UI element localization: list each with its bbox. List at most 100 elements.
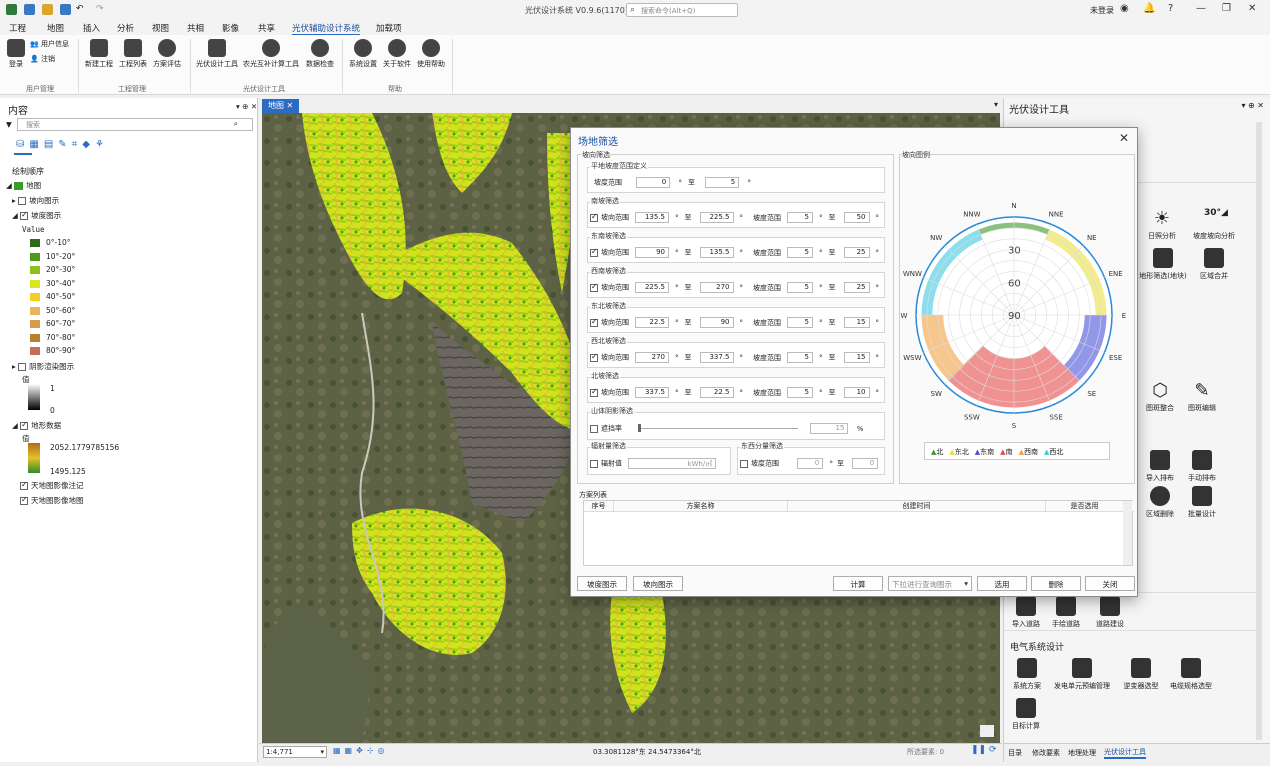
slope-from-input[interactable]: 5 xyxy=(787,352,813,363)
aspect-row-checkbox[interactable] xyxy=(590,247,598,257)
terrain-filter-button[interactable]: 地形筛选(地块) xyxy=(1134,248,1192,281)
tab-imagery[interactable]: 影像 xyxy=(222,22,239,34)
slope-to-input[interactable]: 15 xyxy=(843,317,870,328)
slope-to-input[interactable]: 25 xyxy=(843,247,870,258)
hillshade-checkbox[interactable] xyxy=(590,424,598,433)
build-road-button[interactable]: 道路建设 xyxy=(1090,596,1130,629)
search-icon[interactable]: ⌕ xyxy=(234,119,238,129)
scrollbar[interactable] xyxy=(1123,501,1132,565)
slope-from-input[interactable]: 5 xyxy=(787,247,813,258)
radiation-input[interactable]: kWh/㎡ xyxy=(628,458,717,469)
system-scheme-button[interactable]: 系统方案 xyxy=(1006,658,1048,691)
aspect-from-input[interactable]: 90 xyxy=(635,247,669,258)
delete-button[interactable]: 删除 xyxy=(1031,576,1081,591)
aspect-from-input[interactable]: 22.5 xyxy=(635,317,669,328)
select-button[interactable]: 选用 xyxy=(977,576,1027,591)
slope-from-input[interactable]: 5 xyxy=(787,317,813,328)
tab-share[interactable]: 共享 xyxy=(258,22,275,34)
slope-to-input[interactable]: 15 xyxy=(843,352,870,363)
map-tab[interactable]: 地图 ✕ xyxy=(262,99,300,113)
login-status[interactable]: 未登录 xyxy=(1090,5,1114,16)
layer-hillshade[interactable]: ▸ 阴影渲染图示 xyxy=(12,361,74,372)
aspect-from-input[interactable]: 337.5 xyxy=(635,387,669,398)
restore-button[interactable]: ❐ xyxy=(1222,3,1231,14)
contents-search[interactable]: 搜索 ⌕ xyxy=(17,118,253,131)
aspect-to-input[interactable]: 337.5 xyxy=(699,352,734,363)
patch-edit-button[interactable]: ✎ 图斑编辑 xyxy=(1182,380,1222,413)
tab-share-layer[interactable]: 共相 xyxy=(187,22,204,34)
radiation-checkbox[interactable] xyxy=(590,459,598,468)
flat-to-input[interactable]: 5 xyxy=(705,177,740,188)
patch-merge-button[interactable]: ⬡ 图斑整合 xyxy=(1140,380,1180,413)
tab-geoprocessing[interactable]: 地理处理 xyxy=(1068,748,1096,758)
about-button[interactable]: 关于软件 xyxy=(380,39,414,69)
open-icon[interactable] xyxy=(42,4,53,15)
target-calc-button[interactable]: 目标计算 xyxy=(1006,698,1046,731)
pv-design-tool-button[interactable]: 光伏设计工具 xyxy=(195,39,239,69)
layer-slope[interactable]: ◢ 坡度图示 xyxy=(12,210,61,221)
aspect-row-checkbox[interactable] xyxy=(590,212,598,222)
save-icon[interactable] xyxy=(60,4,71,15)
calculate-button[interactable]: 计算 xyxy=(833,576,883,591)
slider-handle[interactable] xyxy=(638,424,642,432)
layer-checkbox[interactable] xyxy=(20,420,29,430)
layer-checkbox[interactable] xyxy=(18,363,27,371)
scheme-eval-button[interactable]: 方案评估 xyxy=(150,39,184,69)
help-icon[interactable]: ? xyxy=(1168,3,1173,14)
aspect-to-input[interactable]: 90 xyxy=(699,317,734,328)
slope-to-input[interactable]: 25 xyxy=(843,282,870,293)
close-icon[interactable]: ✕ xyxy=(1119,131,1129,145)
flat-from-input[interactable]: 0 xyxy=(636,177,671,188)
data-check-button[interactable]: 数据检查 xyxy=(302,39,338,69)
aspect-to-input[interactable]: 22.5 xyxy=(699,387,734,398)
project-list-button[interactable]: 工程列表 xyxy=(116,39,150,69)
tab-pv-design[interactable]: 光伏辅助设计系统 xyxy=(292,22,361,36)
tab-addins[interactable]: 加载项 xyxy=(376,22,402,34)
shading-input[interactable]: 15 xyxy=(810,423,849,434)
new-project-button[interactable]: 新建工程 xyxy=(82,39,116,69)
close-button[interactable]: ✕ xyxy=(1248,3,1256,14)
logout-button[interactable]: 👤 注销 xyxy=(30,54,74,64)
tab-map[interactable]: 地图 xyxy=(47,22,64,34)
aspect-from-input[interactable]: 135.5 xyxy=(635,212,669,223)
tab-dropdown-icon[interactable]: ▾ xyxy=(994,100,998,109)
scale-selector[interactable]: 1:4,771 ▾ xyxy=(263,746,327,758)
batch-design-button[interactable]: 批量设计 xyxy=(1182,486,1222,519)
layer-checkbox[interactable] xyxy=(20,480,28,490)
agri-pv-calc-button[interactable]: 农光互补计算工具 xyxy=(242,39,300,69)
contents-toolbar-icons[interactable]: ⛁▦▤✎⌗◆⚘ xyxy=(16,139,109,150)
map-nav-icons[interactable]: ▦▦✥⊹◎ xyxy=(333,746,389,755)
slope-to-input[interactable]: 10 xyxy=(843,387,870,398)
aspect-to-input[interactable]: 270 xyxy=(699,282,734,293)
ew-from-input[interactable]: 0 xyxy=(797,458,824,469)
close-dialog-button[interactable]: 关闭 xyxy=(1085,576,1135,591)
contents-search-input[interactable]: 搜索 xyxy=(26,120,40,130)
scrollbar[interactable] xyxy=(1256,122,1262,740)
settings-button[interactable]: 系统设置 xyxy=(346,39,380,69)
command-search[interactable]: ⌕ 搜索命令(Alt+Q) xyxy=(626,3,738,17)
tab-view[interactable]: 视图 xyxy=(152,22,169,34)
tab-project[interactable]: 工程 xyxy=(9,22,26,34)
aspect-row-checkbox[interactable] xyxy=(590,352,598,362)
shading-slider[interactable] xyxy=(638,424,799,432)
layer-aspect[interactable]: ▸ 坡向图示 xyxy=(12,195,59,206)
aspect-to-input[interactable]: 225.5 xyxy=(699,212,734,223)
sunlight-analysis-button[interactable]: ☀ 日照分析 xyxy=(1140,208,1184,241)
pause-icon[interactable]: ❚❚ ⟳ xyxy=(971,745,996,755)
inverter-select-button[interactable]: 逆变器选型 xyxy=(1118,658,1164,691)
draw-road-button[interactable]: 手绘道路 xyxy=(1048,596,1084,629)
slope-to-input[interactable]: 50 xyxy=(843,212,870,223)
import-road-button[interactable]: 导入道路 xyxy=(1008,596,1044,629)
layer-checkbox[interactable] xyxy=(20,495,28,505)
layer-checkbox[interactable] xyxy=(20,210,29,220)
aspect-display-button[interactable]: 坡向图示 xyxy=(633,576,683,591)
aspect-row-checkbox[interactable] xyxy=(590,387,598,397)
tab-pv-tools[interactable]: 光伏设计工具 xyxy=(1104,747,1146,759)
aspect-from-input[interactable]: 225.5 xyxy=(635,282,669,293)
region-delete-button[interactable]: 区域删除 xyxy=(1140,486,1180,519)
aspect-row-checkbox[interactable] xyxy=(590,282,598,292)
new-icon[interactable] xyxy=(24,4,35,15)
tab-modify[interactable]: 修改要素 xyxy=(1032,748,1060,758)
query-display-select[interactable]: 下拉进行查询图示 ▾ xyxy=(888,576,972,591)
aspect-row-checkbox[interactable] xyxy=(590,317,598,327)
